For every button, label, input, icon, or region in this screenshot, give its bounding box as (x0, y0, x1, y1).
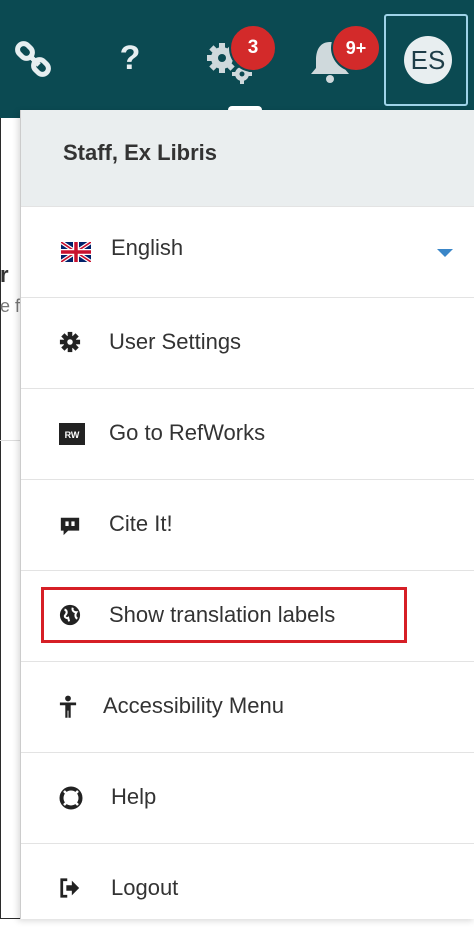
menu-item-label: Show translation labels (109, 602, 336, 627)
gear-icon (59, 331, 81, 353)
svg-text:RW: RW (65, 430, 80, 440)
menu-item-label: Accessibility Menu (103, 693, 284, 718)
link-icon[interactable] (14, 40, 54, 80)
menu-item-cite-it[interactable]: Cite It! (21, 479, 474, 570)
accessibility-icon (59, 695, 77, 718)
background-divider (0, 440, 20, 441)
top-bar: ? 3 9+ ES (0, 0, 474, 118)
menu-item-accessibility[interactable]: Accessibility Menu (21, 661, 474, 752)
language-label: English (111, 235, 184, 260)
menu-item-help[interactable]: Help (21, 752, 474, 843)
menu-item-label: Go to RefWorks (109, 420, 266, 445)
help-icon[interactable]: ? (115, 34, 145, 82)
globe-icon (59, 604, 81, 626)
menu-item-label: Help (111, 784, 157, 809)
user-menu-button[interactable]: ES (384, 14, 468, 106)
menu-item-label: Cite It! (109, 511, 173, 536)
lifebuoy-icon (59, 786, 83, 810)
menu-item-label: Logout (111, 875, 179, 900)
quote-icon (60, 517, 80, 536)
menu-item-user-settings[interactable]: User Settings (21, 297, 474, 388)
notifications-badge: 9+ (331, 24, 381, 72)
logout-icon (60, 878, 80, 898)
menu-user-header: Staff, Ex Libris (21, 110, 474, 206)
background-page-text: r (0, 262, 9, 287)
menu-item-show-translation-labels[interactable]: Show translation labels (21, 570, 474, 661)
user-name: Staff, Ex Libris (63, 140, 218, 165)
user-dropdown-menu: Staff, Ex Libris English User Settings R… (20, 106, 474, 919)
language-selector[interactable]: English (21, 206, 474, 297)
menu-item-label: User Settings (109, 329, 242, 354)
refworks-icon: RW (59, 423, 85, 445)
menu-item-logout[interactable]: Logout (21, 843, 474, 934)
tasks-badge: 3 (229, 24, 277, 72)
avatar: ES (404, 36, 452, 84)
background-page-text: e f (0, 296, 21, 316)
chevron-down-icon[interactable] (437, 249, 453, 257)
uk-flag-icon (61, 242, 91, 262)
menu-item-refworks[interactable]: RW Go to RefWorks (21, 388, 474, 479)
